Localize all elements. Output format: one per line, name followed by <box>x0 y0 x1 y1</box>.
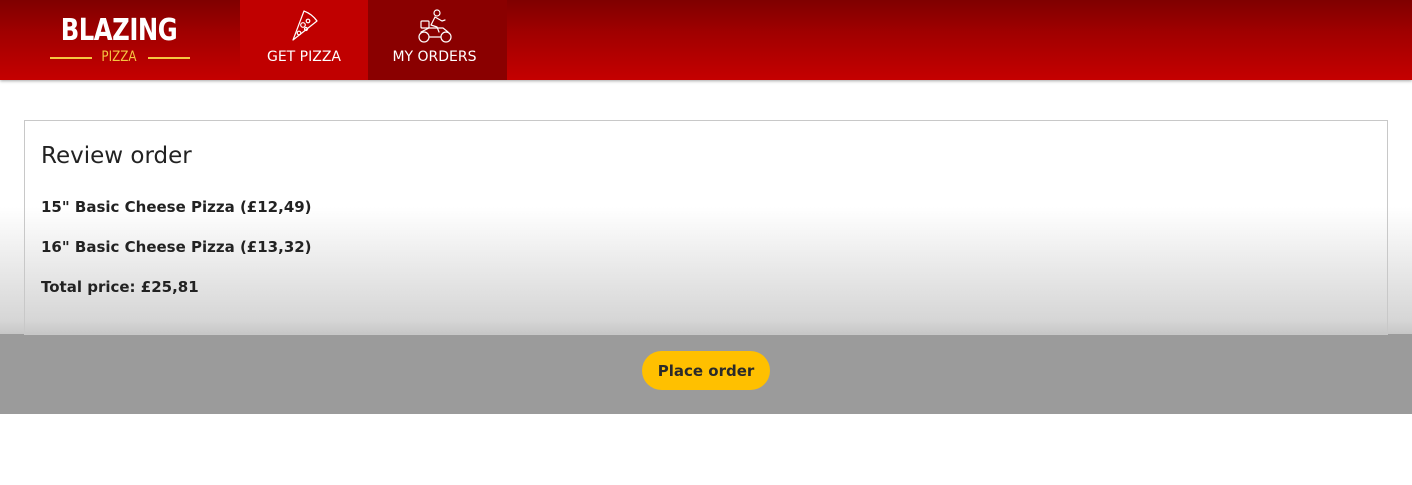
delivery-scooter-icon <box>417 9 452 43</box>
main-nav: GET PIZZA MY ORDERS <box>240 0 507 80</box>
order-item: 15" Basic Cheese Pizza (£12,49) <box>41 198 312 216</box>
review-order-panel: Review order 15" Basic Cheese Pizza (£12… <box>24 120 1388 335</box>
brand-logo[interactable]: BLAZING PIZZA <box>48 14 190 66</box>
nav-label-my-orders: MY ORDERS <box>392 49 477 65</box>
page-title: Review order <box>41 143 192 169</box>
logo-rule-left <box>50 57 92 59</box>
top-bar: BLAZING PIZZA GET PIZZA MY ORDERS <box>0 0 1412 80</box>
logo-rule-right <box>148 57 190 59</box>
nav-item-get-pizza[interactable]: GET PIZZA <box>240 0 368 80</box>
pizza-slice-icon <box>292 10 318 41</box>
nav-item-my-orders[interactable]: MY ORDERS <box>368 0 501 80</box>
total-price: Total price: £25,81 <box>41 278 199 296</box>
logo-subtitle: PIZZA <box>48 49 190 65</box>
order-item: 16" Basic Cheese Pizza (£13,32) <box>41 238 312 256</box>
logo-wordmark: BLAZING <box>60 13 178 48</box>
logo-subtitle-text: PIZZA <box>101 49 137 65</box>
nav-label-get-pizza: GET PIZZA <box>266 49 342 65</box>
place-order-button[interactable]: Place order <box>642 351 770 390</box>
